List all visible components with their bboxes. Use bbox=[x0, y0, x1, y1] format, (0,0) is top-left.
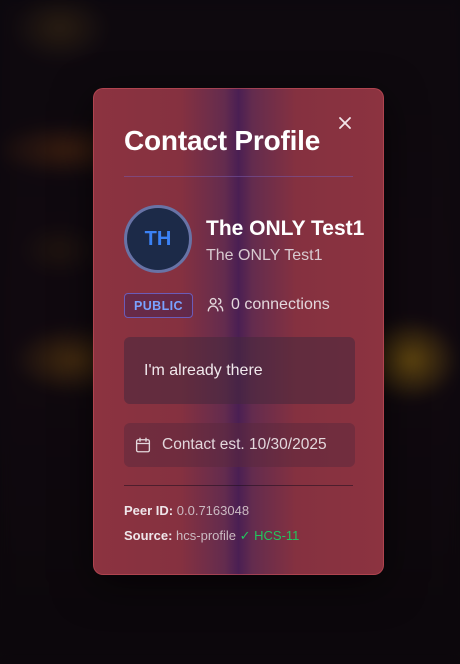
close-icon bbox=[339, 117, 351, 129]
meta-divider bbox=[124, 485, 353, 486]
peer-id-label: Peer ID: bbox=[124, 503, 174, 518]
users-icon bbox=[207, 297, 224, 312]
title-divider bbox=[124, 176, 353, 177]
bio-text: I'm already there bbox=[144, 361, 263, 379]
contact-established: Contact est. 10/30/2025 bbox=[124, 423, 355, 467]
connections-label: 0 connections bbox=[231, 295, 330, 313]
close-button[interactable] bbox=[335, 113, 355, 133]
peer-id-value: 0.0.7163048 bbox=[176, 503, 250, 518]
calendar-icon bbox=[135, 437, 151, 453]
contact-profile-modal: Contact Profile TH The ONLY Test1 The ON… bbox=[93, 88, 384, 575]
display-name: The ONLY Test1 bbox=[206, 217, 365, 240]
visibility-badge: PUBLIC bbox=[124, 293, 193, 318]
modal-title: Contact Profile bbox=[124, 125, 321, 156]
source-row: Source: hcs-profile ✓ HCS-11 bbox=[124, 528, 299, 544]
contact-established-text: Contact est. 10/30/2025 bbox=[162, 436, 327, 453]
source-label: Source: bbox=[124, 528, 173, 543]
source-value: hcs-profile bbox=[176, 528, 236, 543]
alias-name: The ONLY Test1 bbox=[206, 247, 323, 264]
connections-count: 0 connections bbox=[206, 295, 330, 314]
bio-box: I'm already there bbox=[124, 337, 355, 404]
avatar-initials: TH bbox=[144, 227, 172, 250]
peer-id-row: Peer ID: 0.0.7163048 bbox=[124, 503, 249, 518]
source-standard-badge: ✓ HCS-11 bbox=[239, 528, 300, 543]
avatar: TH bbox=[124, 205, 192, 273]
